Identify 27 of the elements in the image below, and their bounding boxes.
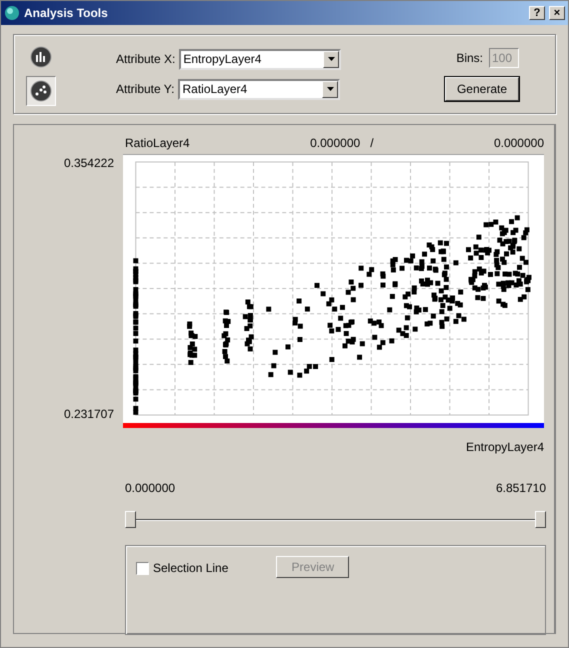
slider-handle[interactable] [125,511,136,528]
bar-chart-icon [30,46,52,68]
scatter-icon [30,80,52,102]
help-button[interactable]: ? [529,6,545,20]
field-label: Bins: [456,50,483,66]
globe-icon [4,5,20,21]
generate-button[interactable]: Generate [445,76,519,100]
separator: / [370,135,374,152]
range-min-label: 0.000000 [125,480,176,497]
cursor-value: 0.000000 [310,135,360,152]
axis-title: EntropyLayer4 [466,439,544,456]
axis-title: RatioLayer4 [125,135,190,152]
dropdown[interactable]: EntropyLayer4 [179,48,342,70]
slider-handle[interactable] [535,511,546,528]
cursor-value: 0.000000 [494,135,544,152]
mode-button[interactable] [26,76,56,106]
window-title: Analysis Tools [24,5,109,22]
field-label: Attribute X: [116,51,176,68]
range-slider[interactable] [125,511,546,529]
axis-min-label: 0.231707 [64,406,114,423]
checkbox[interactable] [136,562,149,574]
close-button[interactable]: × [549,6,565,20]
dropdown[interactable]: RatioLayer4 [178,78,340,100]
checkbox-label: Selection Line [153,560,228,577]
field-label: Attribute Y: [116,81,174,98]
axis-max-label: 0.354222 [64,155,114,172]
range-max-label: 6.851710 [496,480,546,497]
